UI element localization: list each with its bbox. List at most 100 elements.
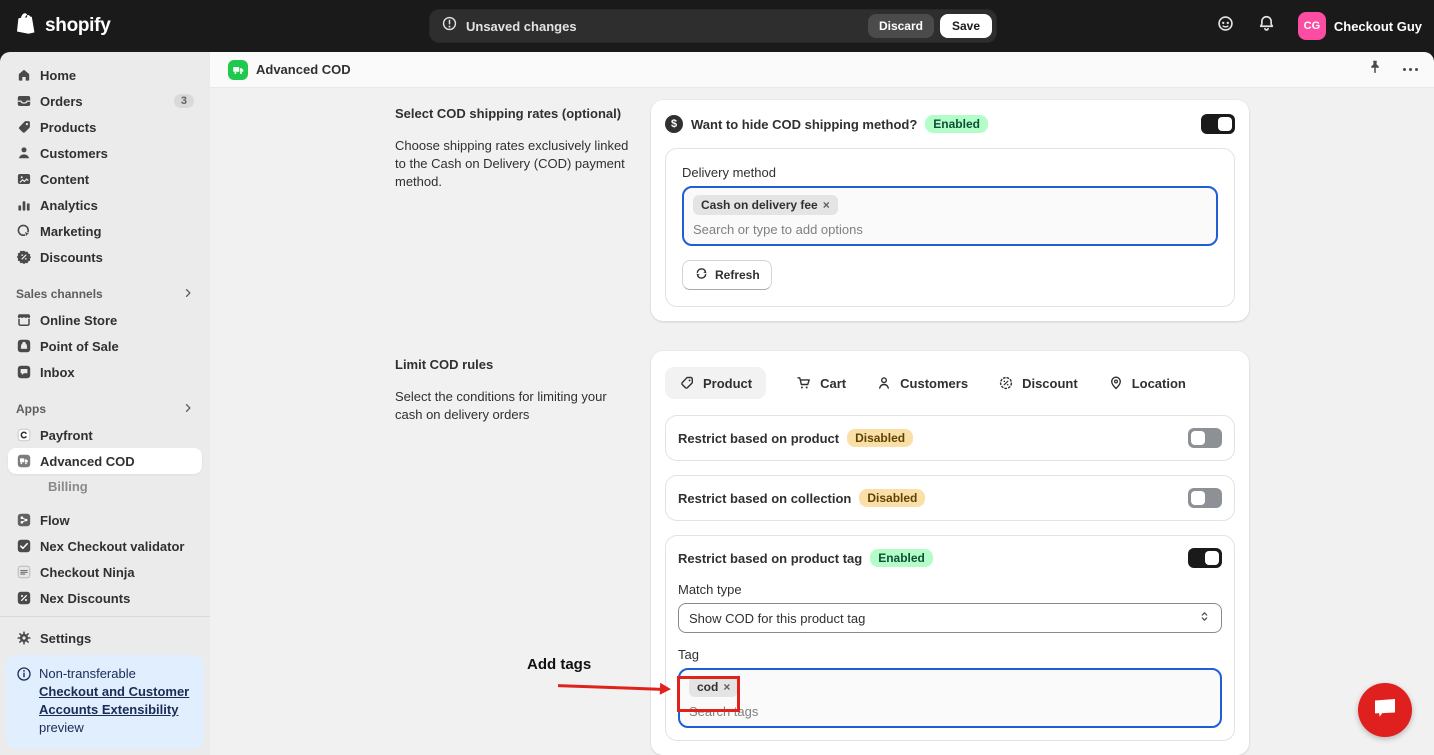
payfront-app-icon: [16, 427, 32, 443]
shopify-bag-icon: [16, 12, 38, 41]
extensibility-preview-link[interactable]: Checkout and Customer Accounts Extensibi…: [39, 684, 189, 717]
rule-restrict-product-tag: Restrict based on product tag Enabled Ma…: [665, 535, 1235, 741]
sales-channels-header[interactable]: Sales channels: [8, 283, 202, 305]
chevron-right-icon: [182, 402, 194, 417]
person-icon: [876, 375, 892, 391]
status-badge: Enabled: [870, 549, 933, 567]
discard-button[interactable]: Discard: [867, 14, 934, 38]
sidebar-item-nex-checkout-validator[interactable]: Nex Checkout validator: [8, 533, 202, 559]
hide-cod-toggle[interactable]: [1201, 114, 1235, 134]
restrict-collection-toggle[interactable]: [1188, 488, 1222, 508]
cod-dollar-icon: $: [665, 115, 683, 133]
hide-cod-card: $ Want to hide COD shipping method? Enab…: [651, 100, 1249, 321]
tab-label: Product: [703, 375, 753, 391]
sidebar-item-label: Payfront: [40, 427, 93, 443]
delivery-method-placeholder: Search or type to add options: [693, 222, 863, 237]
notifications-bell-icon[interactable]: [1257, 14, 1276, 38]
status-badge: Enabled: [925, 115, 988, 133]
sidebar-item-settings[interactable]: Settings: [8, 625, 202, 651]
more-actions-button[interactable]: [1403, 68, 1418, 71]
section-description: Select the conditions for limiting your …: [395, 389, 607, 422]
sidebar-item-label: Point of Sale: [40, 338, 119, 354]
sidebar-item-label: Customers: [40, 145, 108, 161]
shipping-rates-row: Select COD shipping rates (optional) Cho…: [395, 100, 1434, 321]
sidebar-item-online-store[interactable]: Online Store: [8, 307, 202, 333]
sidebar-item-label: Online Store: [40, 312, 118, 328]
unsaved-changes-bar: Unsaved changes Discard Save: [430, 10, 996, 42]
chevron-right-icon: [182, 287, 194, 302]
page-title: Advanced COD: [256, 62, 351, 77]
flow-app-icon: [16, 512, 32, 528]
sales-channels-label: Sales channels: [16, 287, 103, 301]
sidebar-item-label: Inbox: [40, 364, 75, 380]
sidebar-item-content[interactable]: Content: [8, 166, 202, 192]
shipping-rates-description-col: Select COD shipping rates (optional) Cho…: [395, 100, 635, 321]
sidebar-item-analytics[interactable]: Analytics: [8, 192, 202, 218]
sidebar-item-discounts[interactable]: Discounts: [8, 244, 202, 270]
tag-input[interactable]: cod × Search tags: [678, 668, 1222, 728]
sidebar-item-home[interactable]: Home: [8, 62, 202, 88]
refresh-button[interactable]: Refresh: [682, 260, 772, 290]
storefront-icon: [16, 312, 32, 328]
rule-label: Restrict based on collection: [678, 490, 852, 506]
sidebar-item-nex-discounts[interactable]: Nex Discounts: [8, 585, 202, 611]
tab-customers[interactable]: Customers: [876, 375, 968, 391]
advanced-cod-app-icon: [16, 453, 32, 469]
restrict-product-toggle[interactable]: [1188, 428, 1222, 448]
tab-location[interactable]: Location: [1108, 375, 1186, 391]
discount-icon: [16, 249, 32, 265]
refresh-icon: [694, 266, 709, 284]
hide-cod-question: Want to hide COD shipping method?: [691, 116, 918, 132]
delivery-method-box: Delivery method Cash on delivery fee × S…: [665, 148, 1235, 307]
tab-discount[interactable]: Discount: [998, 375, 1078, 391]
advanced-cod-header-icon: [228, 59, 248, 80]
sidebar-item-payfront[interactable]: Payfront: [8, 422, 202, 448]
avatar: CG: [1297, 12, 1326, 40]
chat-widget-button[interactable]: [1358, 683, 1412, 737]
hide-cod-toggle-row: $ Want to hide COD shipping method? Enab…: [665, 114, 1235, 134]
tab-label: Discount: [1022, 375, 1078, 391]
limit-rules-row: Limit COD rules Select the conditions fo…: [395, 351, 1434, 755]
sidebar-item-products[interactable]: Products: [8, 114, 202, 140]
match-type-select[interactable]: Show COD for this product tag: [678, 603, 1222, 633]
restrict-product-tag-toggle[interactable]: [1188, 548, 1222, 568]
delivery-method-input[interactable]: Cash on delivery fee × Search or type to…: [682, 186, 1218, 246]
sidebar-item-marketing[interactable]: Marketing: [8, 218, 202, 244]
extensibility-preview-notice: Non-transferable Checkout and Customer A…: [6, 655, 204, 749]
sidebar-item-checkout-ninja[interactable]: Checkout Ninja: [8, 559, 202, 585]
sidebar-item-billing[interactable]: Billing: [8, 474, 202, 499]
sidebar-item-advanced-cod[interactable]: Advanced COD: [8, 448, 202, 474]
rule-restrict-product: Restrict based on product Disabled: [665, 415, 1235, 461]
pin-icon[interactable]: [1367, 59, 1383, 80]
sidebar-item-point-of-sale[interactable]: Point of Sale: [8, 333, 202, 359]
sidebar-item-label: Discounts: [40, 249, 103, 265]
user-menu[interactable]: CG Checkout Guy: [1297, 12, 1422, 40]
add-tags-annotation-label: Add tags: [527, 656, 592, 673]
updown-chevron-icon: [1198, 610, 1211, 626]
shopify-logo[interactable]: shopify: [16, 12, 111, 41]
tab-product[interactable]: Product: [665, 367, 767, 399]
sidebar-item-inbox[interactable]: Inbox: [8, 359, 202, 385]
chat-bubble-icon: [1371, 695, 1399, 726]
shopify-admin-page: shopify Unsaved changes Discard Save CG …: [0, 0, 1434, 755]
tab-label: Customers: [900, 375, 969, 391]
tag-icon: [16, 119, 32, 135]
save-button[interactable]: Save: [939, 14, 992, 38]
notice-text: Non-transferable Checkout and Customer A…: [39, 665, 194, 737]
sidebar-item-customers[interactable]: Customers: [8, 140, 202, 166]
app-header: Advanced COD: [210, 52, 1434, 88]
marketing-icon: [16, 223, 32, 239]
apps-header[interactable]: Apps: [8, 398, 202, 420]
sidebar-item-orders[interactable]: Orders 3: [8, 88, 202, 114]
delivery-method-chip: Cash on delivery fee ×: [693, 195, 838, 215]
tab-label: Cart: [820, 375, 847, 391]
remove-chip-icon[interactable]: ×: [823, 199, 830, 211]
delivery-method-label: Delivery method: [682, 165, 776, 180]
topbar: shopify Unsaved changes Discard Save CG …: [0, 0, 1434, 52]
tab-cart[interactable]: Cart: [796, 375, 846, 391]
sidekick-icon[interactable]: [1216, 14, 1235, 38]
notice-prefix: Non-transferable: [39, 666, 136, 681]
limit-rules-description-col: Limit COD rules Select the conditions fo…: [395, 351, 635, 755]
person-icon: [16, 145, 32, 161]
sidebar-item-flow[interactable]: Flow: [8, 507, 202, 533]
